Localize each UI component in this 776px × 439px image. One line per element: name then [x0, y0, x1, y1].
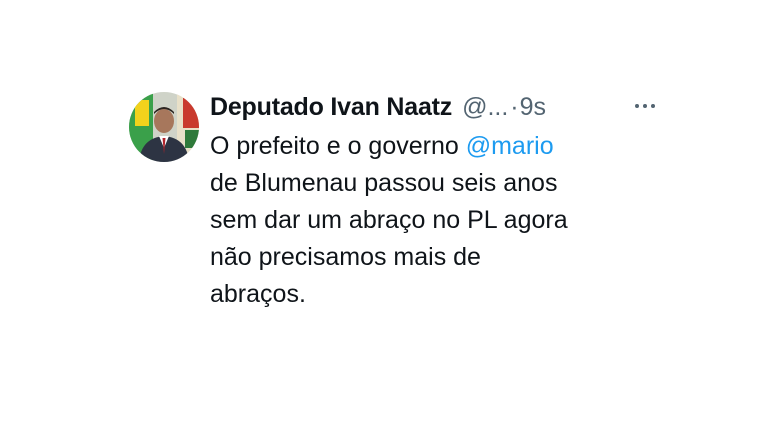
tweet-text-line-3: sem dar um abraço no PL agora	[210, 206, 568, 234]
author-handle[interactable]: @...	[462, 93, 508, 122]
tweet-text-line-4: não precisamos mais de	[210, 243, 481, 271]
tweet-timestamp[interactable]: 9s	[520, 93, 546, 122]
more-options-button[interactable]	[631, 94, 659, 118]
more-horizontal-icon	[635, 104, 655, 108]
tweet-text-line-5: abraços.	[210, 280, 306, 308]
tweet-card[interactable]: Deputado Ivan Naatz @... · 9s O prefeito…	[112, 78, 668, 333]
tweet-text: O prefeito e o governo @mario de Blumena…	[210, 128, 660, 313]
tweet-text-line-1-prefix: O prefeito e o governo	[210, 132, 466, 160]
tweet-header: Deputado Ivan Naatz @... · 9s	[210, 90, 546, 124]
tweet-text-line-2: de Blumenau passou seis anos	[210, 169, 558, 197]
author-avatar[interactable]	[129, 92, 199, 162]
author-display-name[interactable]: Deputado Ivan Naatz	[210, 93, 452, 122]
screenshot-canvas: Deputado Ivan Naatz @... · 9s O prefeito…	[0, 0, 776, 439]
avatar-photo-icon	[129, 92, 199, 162]
header-separator: ·	[510, 92, 519, 121]
tweet-text-line-1: O prefeito e o governo @mario	[210, 128, 660, 165]
mention-link[interactable]: @mario	[466, 132, 554, 160]
